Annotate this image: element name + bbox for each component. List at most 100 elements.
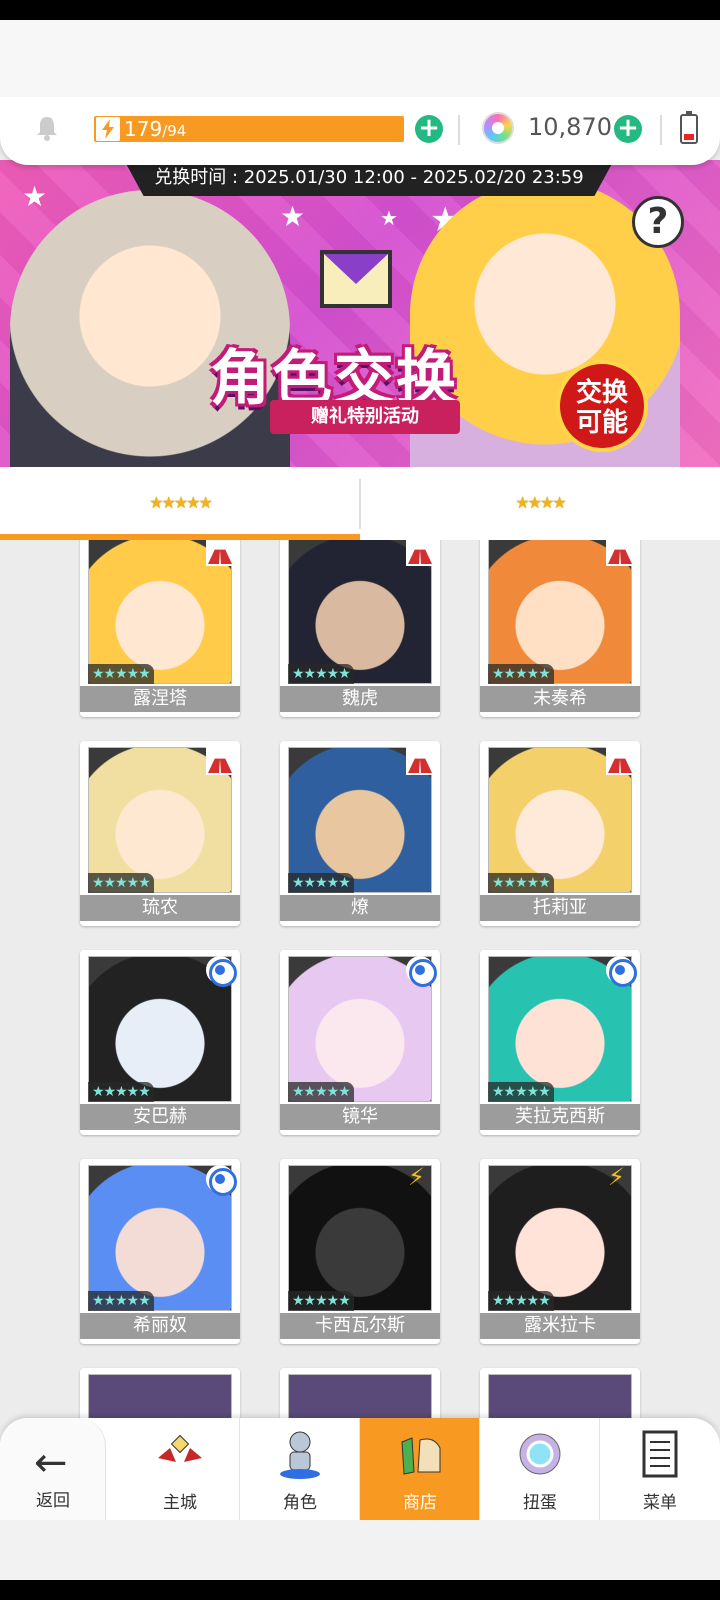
rarity-stars: ★★★★★ [288, 1082, 354, 1102]
rarity-stars: ★★★★★ [88, 873, 154, 893]
system-status-bar [0, 0, 720, 20]
bottom-spacer [0, 1520, 720, 1580]
character-card[interactable]: ★★★★★ 露涅塔 [80, 540, 240, 717]
nav-item-menu[interactable]: 菜单 [600, 1418, 720, 1520]
help-button[interactable]: ? [632, 196, 684, 248]
character-name: 未奏希 [480, 686, 640, 712]
back-label: 返回 [36, 1491, 70, 1511]
gacha-icon [514, 1428, 566, 1480]
energy-gauge: 179/94 [94, 116, 404, 142]
nav-label: 扭蛋 [523, 1493, 557, 1513]
back-arrow-icon: ← [34, 1440, 68, 1486]
character-card[interactable]: ★★★★★ 芙拉克西斯 [480, 950, 640, 1135]
event-banner: ★ ★ ★ ★ 兑换时间 : 2025.01/30 12:00 - 2025.0… [0, 160, 720, 467]
character-name: 露涅塔 [80, 686, 240, 712]
element-red-icon [406, 540, 434, 566]
character-card-partial[interactable] [280, 1368, 440, 1420]
character-card-partial[interactable] [80, 1368, 240, 1420]
divider [660, 115, 662, 145]
nav-label: 角色 [283, 1493, 317, 1513]
character-name: 卡西瓦尔斯 [280, 1313, 440, 1339]
character-card[interactable]: ★★★★★ 燎 [280, 741, 440, 926]
seal-line-1: 交换 [575, 378, 628, 408]
character-card[interactable]: ★★★★★ 希丽奴 [80, 1159, 240, 1344]
star-decoration: ★ [380, 206, 398, 230]
character-card[interactable]: ★★★★★ 镜华 [280, 950, 440, 1135]
character-name: 镜华 [280, 1104, 440, 1130]
add-gems-button[interactable]: + [614, 115, 642, 143]
character-card-partial[interactable] [480, 1368, 640, 1420]
element-blue-icon [406, 956, 437, 987]
rarity-stars: ★★★★★ [488, 1291, 554, 1311]
nav-item-character[interactable]: 角色 [240, 1418, 360, 1520]
character-card[interactable]: ★★★★★ 安巴赫 [80, 950, 240, 1135]
tab-5-star[interactable]: ★★★★★ [0, 467, 360, 540]
character-card[interactable]: ★★★★★ 未奏希 [480, 540, 640, 717]
element-blue-icon [206, 956, 237, 987]
tab-4-star[interactable]: ★★★★ [360, 467, 720, 540]
back-button[interactable]: ← 返回 [0, 1418, 106, 1520]
rarity-stars: ★★★★★ [488, 873, 554, 893]
letter-icon [320, 250, 392, 308]
element-red-icon [206, 747, 234, 775]
nav-item-main-city[interactable]: 主城 [120, 1418, 240, 1520]
character-name: 燎 [280, 895, 440, 921]
resource-bar: 179/94 + 10,870 + [0, 97, 720, 165]
energy-max: /94 [162, 122, 187, 140]
divider [458, 115, 460, 145]
menu-icon [634, 1428, 686, 1480]
rarity-stars: ★★★★★ [288, 1291, 354, 1311]
gem-icon [482, 112, 514, 144]
star-decoration: ★ [280, 200, 306, 233]
bell-icon[interactable] [32, 113, 62, 143]
nav-label: 主城 [163, 1493, 197, 1513]
character-card[interactable]: ★★★★★露米拉卡 [480, 1159, 640, 1344]
bottom-navigation: ← 返回 主城 角色 商店 扭蛋 菜单 [0, 1418, 720, 1520]
character-portrait [488, 1374, 632, 1420]
star-decoration: ★ [22, 180, 48, 213]
character-portrait [88, 1374, 232, 1420]
tab-label: ★★★★ [515, 493, 566, 512]
exchange-available-seal: 交换 可能 [556, 360, 648, 452]
rarity-stars: ★★★★★ [288, 664, 354, 684]
top-spacer [0, 20, 720, 100]
element-red-icon [406, 747, 434, 775]
nav-item-gacha[interactable]: 扭蛋 [480, 1418, 600, 1520]
character-name: 芙拉克西斯 [480, 1104, 640, 1130]
energy-current: 179 [124, 117, 163, 141]
banner-subtitle: 赠礼特别活动 [270, 400, 460, 434]
rarity-stars: ★★★★★ [88, 1082, 154, 1102]
energy-icon [96, 117, 120, 141]
element-red-icon [606, 540, 634, 566]
element-yellow-icon [606, 1163, 634, 1193]
gem-count: 10,870 [528, 113, 612, 141]
rarity-tabs: ★★★★★ ★★★★ [0, 467, 720, 540]
rarity-stars: ★★★★★ [288, 873, 354, 893]
element-red-icon [606, 747, 634, 775]
rarity-stars: ★★★★★ [88, 664, 154, 684]
element-blue-icon [606, 956, 637, 987]
character-card[interactable]: ★★★★★卡西瓦尔斯 [280, 1159, 440, 1344]
character-name: 露米拉卡 [480, 1313, 640, 1339]
character-portrait [288, 1374, 432, 1420]
character-card[interactable]: ★★★★★ 魏虎 [280, 540, 440, 717]
add-energy-button[interactable]: + [415, 115, 443, 143]
nav-item-shop[interactable]: 商店 [360, 1418, 480, 1520]
character-card[interactable]: ★★★★★ 托莉亚 [480, 741, 640, 926]
character-name: 魏虎 [280, 686, 440, 712]
character-name: 希丽奴 [80, 1313, 240, 1339]
character-icon [274, 1428, 326, 1480]
energy-value: 179/94 [124, 116, 186, 142]
exchange-time: 兑换时间 : 2025.01/30 12:00 - 2025.02/20 23:… [124, 160, 614, 196]
character-card[interactable]: ★★★★★ 琉农 [80, 741, 240, 926]
character-name: 托莉亚 [480, 895, 640, 921]
element-blue-icon [206, 1165, 237, 1196]
tab-label: ★★★★★ [149, 493, 213, 512]
nav-label: 商店 [403, 1493, 437, 1513]
character-art-left [10, 190, 290, 467]
rarity-stars: ★★★★★ [88, 1291, 154, 1311]
castle-icon [154, 1428, 206, 1480]
character-name: 琉农 [80, 895, 240, 921]
character-grid: ★★★★★ 露涅塔 ★★★★★ 魏虎 ★★★★★ 未奏希 ★★★★★ 琉农 ★★★★★ 燎 ★★★★… [0, 540, 720, 1420]
element-yellow-icon [406, 1163, 434, 1193]
